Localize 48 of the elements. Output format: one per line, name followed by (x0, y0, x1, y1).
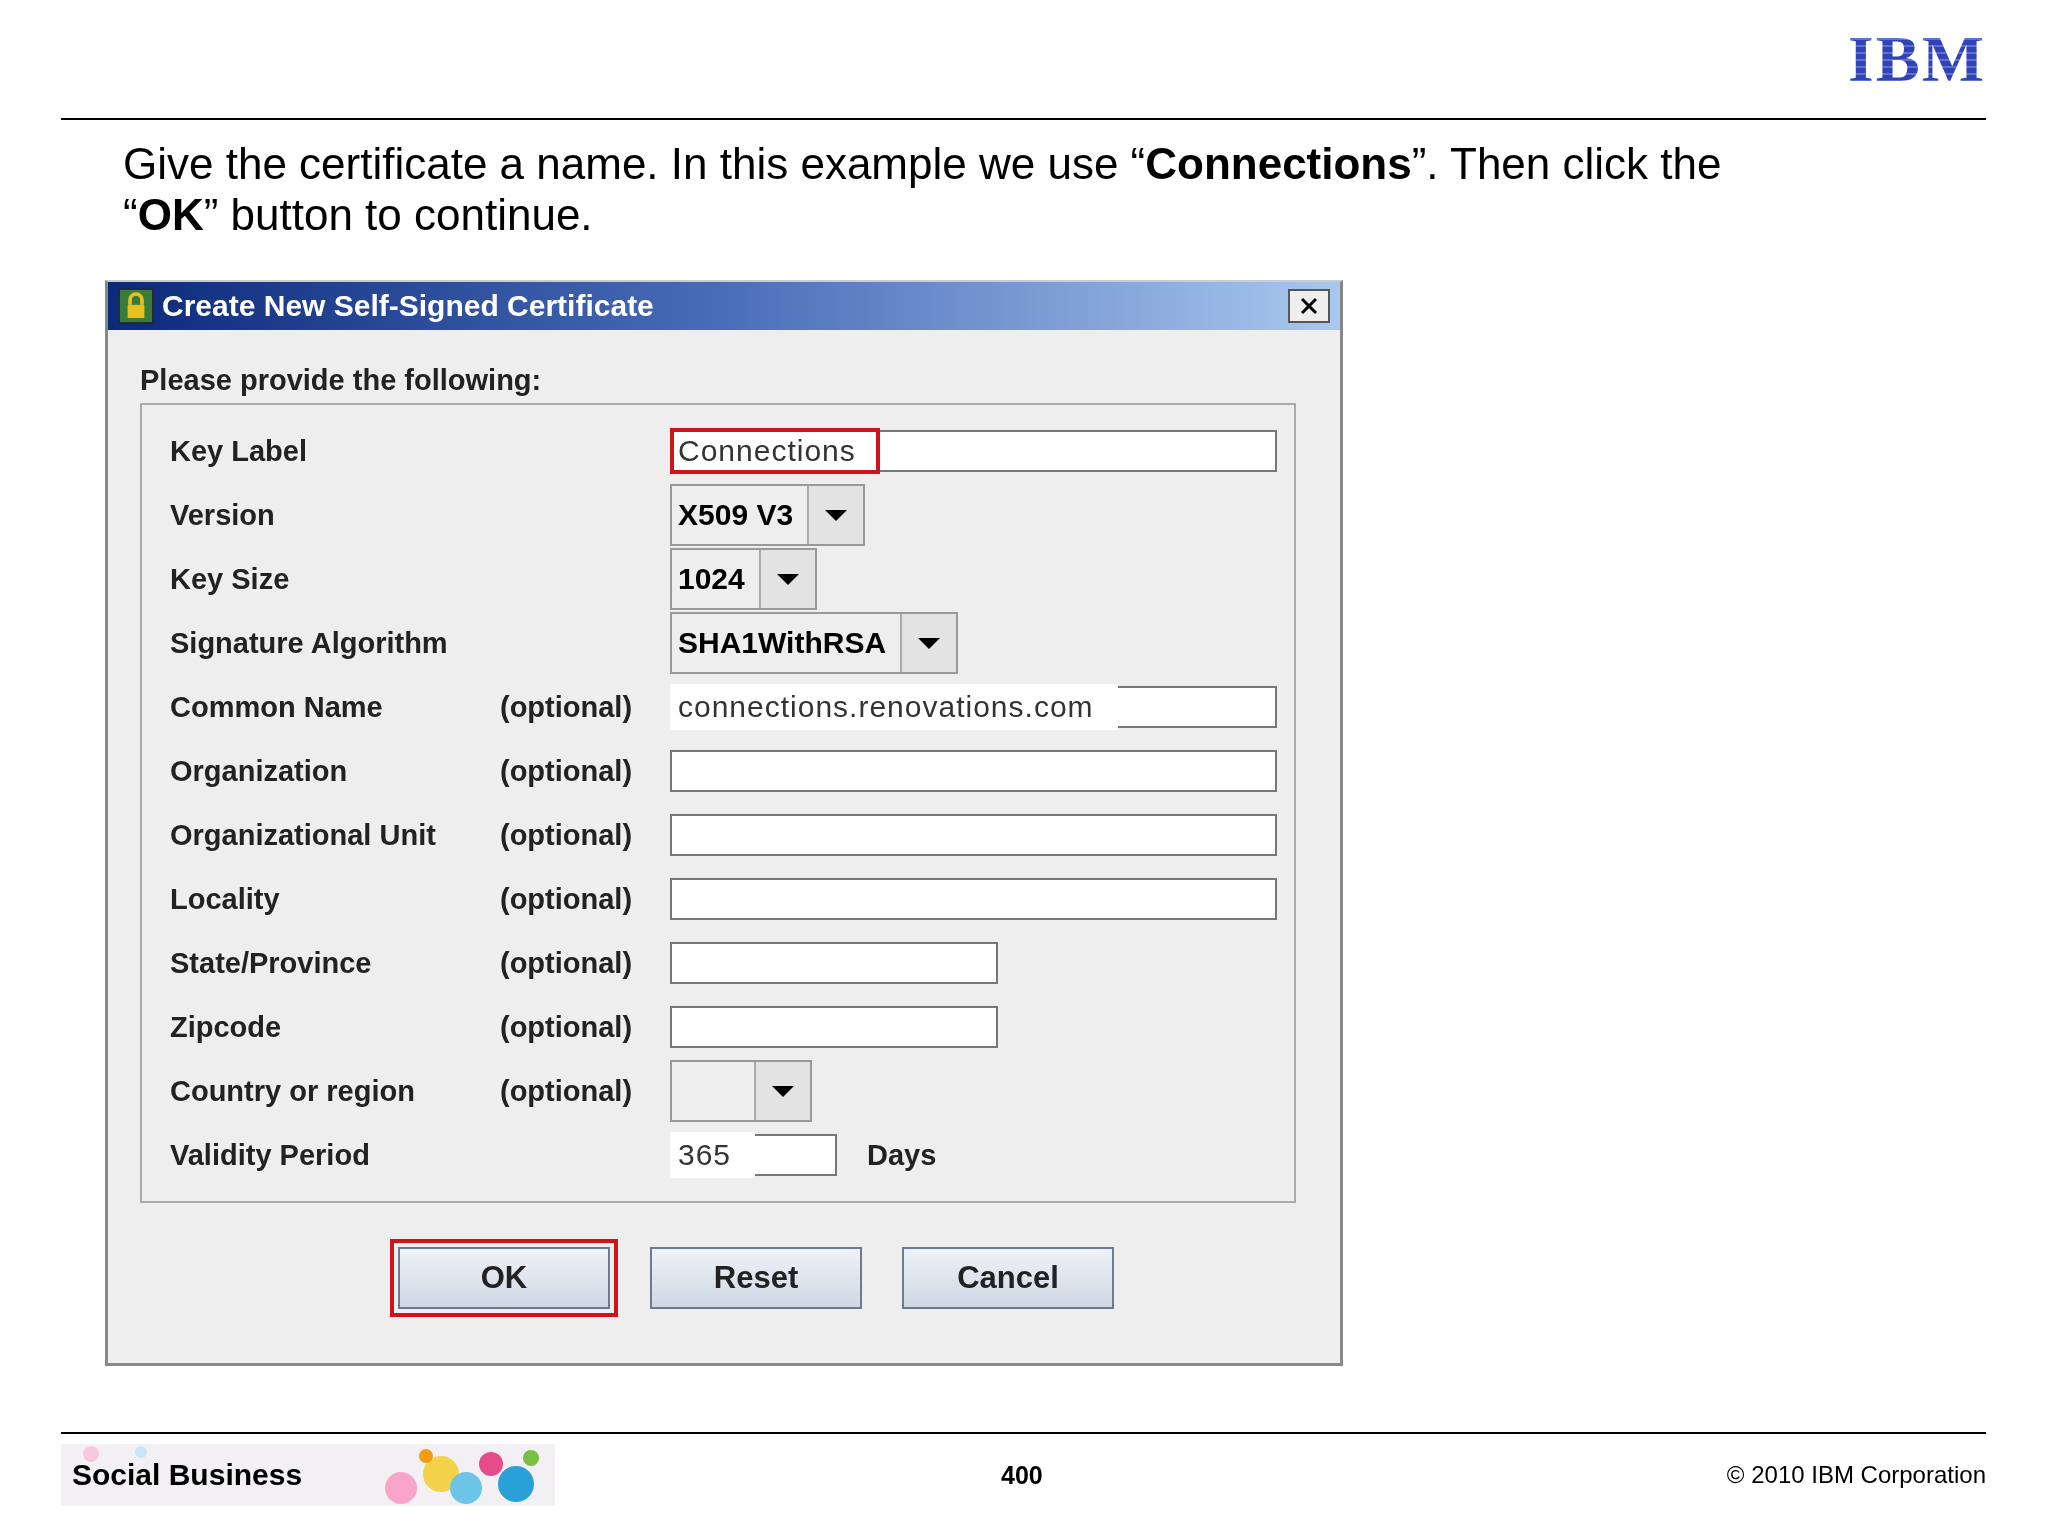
field-label: Validity Period (170, 1138, 371, 1172)
input-field[interactable]: connections.renovations.com (670, 686, 1277, 728)
field-label: Organizational Unit (170, 818, 437, 852)
caret-icon (772, 1085, 794, 1097)
window-title: Create New Self-Signed Certificate (162, 289, 655, 323)
copyright-text: © 2010 IBM Corporation (1726, 1461, 1986, 1489)
brand-text: Social Business (72, 1458, 303, 1492)
field-label: Common Name (170, 690, 384, 724)
input-field[interactable] (670, 814, 1277, 856)
dialog-button[interactable]: Cancel (902, 1247, 1114, 1309)
page-number: 400 (1001, 1460, 1043, 1490)
field-label: Key Label (170, 434, 308, 468)
dialog-button[interactable]: Reset (650, 1247, 862, 1309)
optional-label: (optional) (500, 690, 634, 724)
field-label: Locality (170, 882, 281, 916)
optional-label: (optional) (500, 1010, 634, 1044)
input-field[interactable] (670, 1006, 998, 1048)
close-button[interactable] (1288, 289, 1330, 323)
field-label: Country or region (170, 1074, 416, 1108)
dropdown[interactable] (670, 1060, 812, 1122)
optional-label: (optional) (500, 754, 634, 788)
lock-icon (118, 288, 154, 324)
optional-label: (optional) (500, 882, 634, 916)
optional-label: (optional) (500, 1074, 634, 1108)
input-field[interactable] (670, 942, 998, 984)
prompt-text: Please provide the following: (140, 364, 543, 397)
caret-icon (776, 573, 799, 585)
field-label: Key Size (170, 562, 291, 596)
field-label: State/Province (170, 946, 373, 980)
instruction-text: Give the certificate a name. In this example we use “Connections”. Then click the “OK” button to continue. (123, 138, 1723, 240)
optional-label: (optional) (500, 946, 634, 980)
dropdown[interactable]: SHA1WithRSA (670, 612, 959, 674)
field-label: Version (170, 498, 276, 532)
dialog-button[interactable]: OK (398, 1247, 610, 1309)
caret-icon (825, 509, 848, 521)
input-field[interactable] (670, 878, 1277, 920)
field-label: Zipcode (170, 1010, 283, 1044)
close-icon (1299, 296, 1319, 316)
unit-label: Days (867, 1138, 937, 1172)
field-label: Organization (170, 754, 349, 788)
optional-label: (optional) (500, 818, 634, 852)
input-field[interactable]: 365 (670, 1134, 837, 1176)
input-field[interactable]: Connections (670, 430, 1277, 472)
dropdown[interactable]: X509 V3 (670, 484, 866, 546)
input-field[interactable] (670, 750, 1277, 792)
caret-icon (918, 637, 941, 649)
field-label: Signature Algorithm (170, 626, 449, 660)
dropdown[interactable]: 1024 (670, 548, 817, 610)
